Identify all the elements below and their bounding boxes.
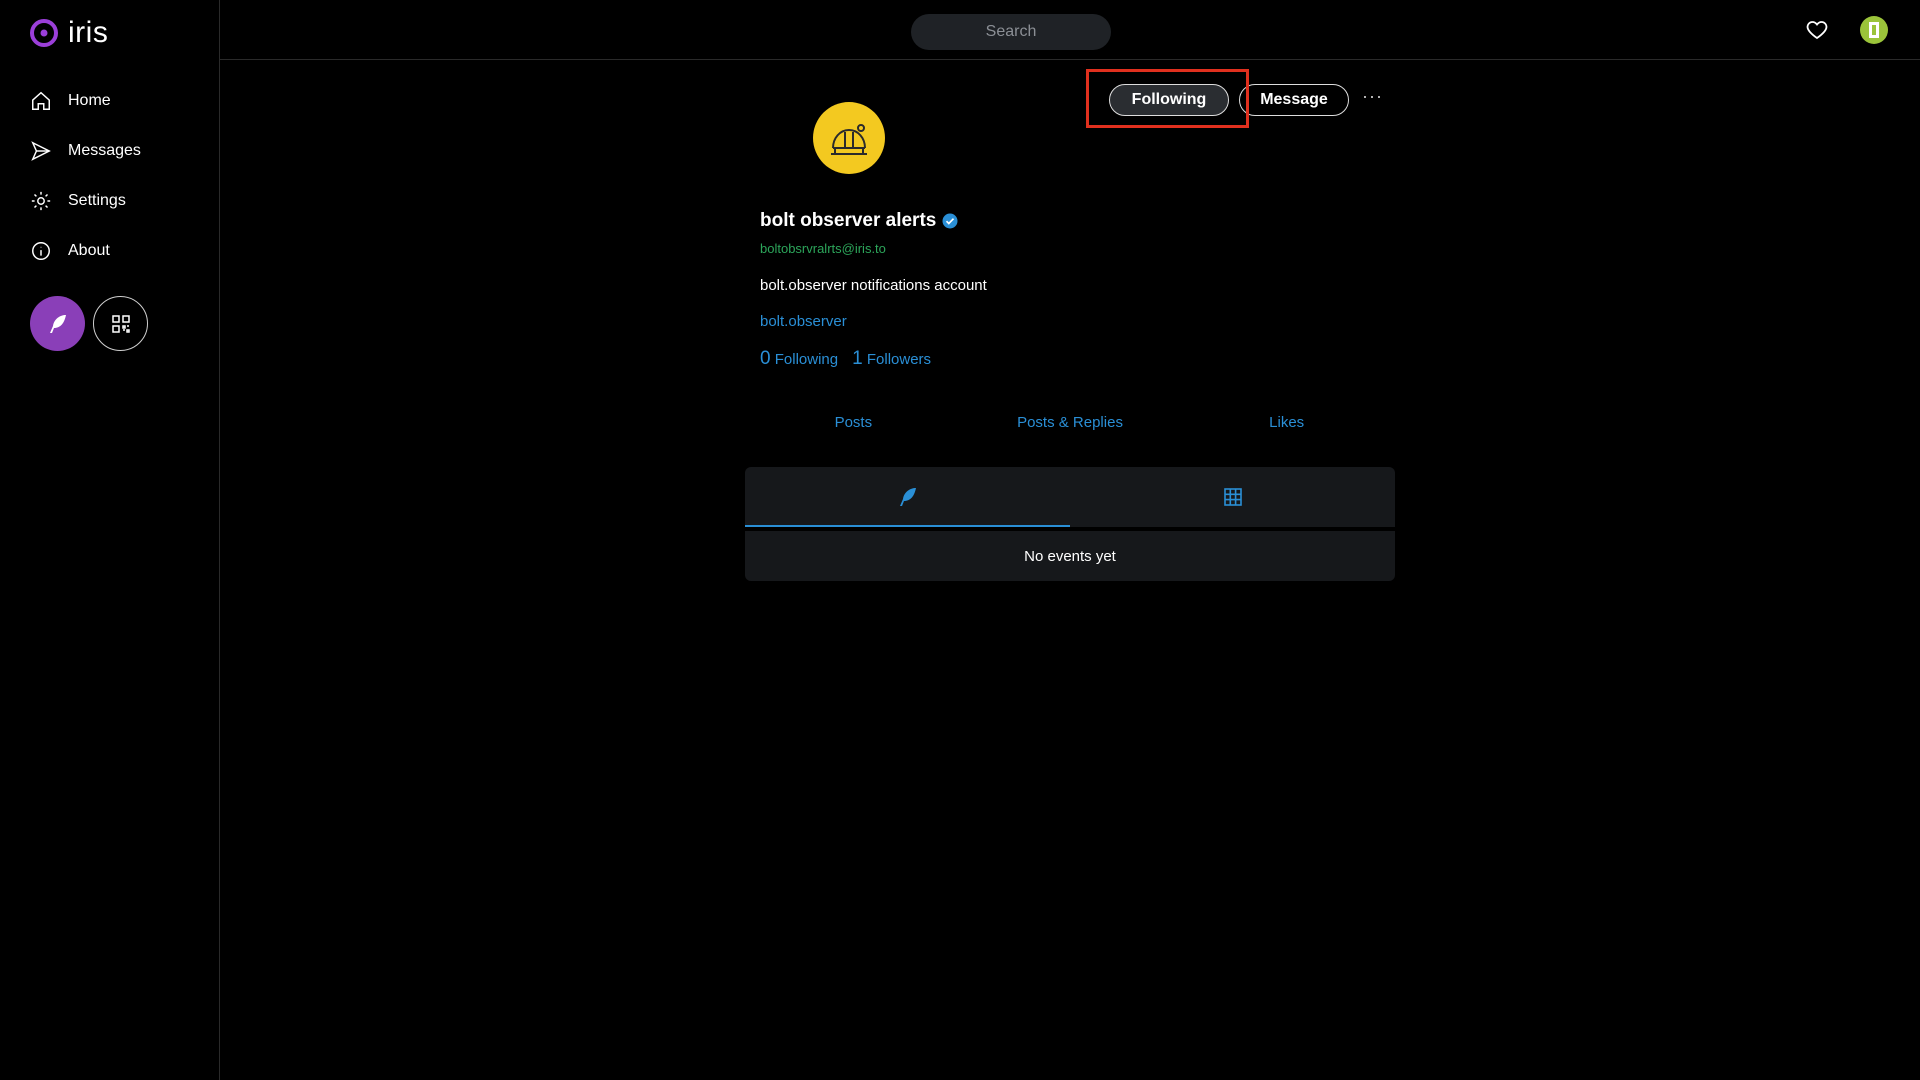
user-avatar[interactable] [1860,16,1888,44]
heart-icon[interactable] [1805,18,1829,42]
profile-name-row: bolt observer alerts [760,210,958,232]
logo-text: iris [68,16,109,49]
compose-button[interactable] [30,296,85,351]
followers-count: 1 [852,348,863,369]
following-count: 0 [760,348,771,369]
more-options-button[interactable]: ··· [1362,86,1383,107]
view-toggle [745,467,1395,527]
app-root: iris Home Messages Settings About Search… [0,0,1920,1080]
user-avatar-icon [1869,22,1879,38]
qr-code-button[interactable] [93,296,148,351]
sidebar-item-label: About [68,242,110,259]
feather-icon [899,488,916,506]
observatory-icon [831,124,867,155]
sidebar-item-label: Home [68,92,111,109]
profile-bio: bolt.observer notifications account [760,277,987,294]
sidebar-item-messages[interactable]: Messages [30,126,141,176]
profile-name: bolt observer alerts [760,210,937,231]
send-icon [31,141,51,161]
qr-code-icon [111,314,130,333]
followers-stat[interactable]: 1 Followers [852,348,931,370]
followers-label: Followers [866,351,932,368]
top-header [220,0,1920,60]
list-view-button[interactable] [745,467,1070,527]
following-button[interactable]: Following [1109,84,1229,116]
following-label: Following [774,351,839,368]
feather-icon [49,314,66,333]
following-stat[interactable]: 0 Following [760,348,838,370]
profile-website-link[interactable]: bolt.observer [760,313,847,330]
empty-feed-message: No events yet [745,531,1395,581]
sidebar-item-label: Messages [68,142,141,159]
sidebar-item-settings[interactable]: Settings [30,176,141,226]
feed: No events yet [745,467,1395,581]
home-icon [32,91,50,110]
profile-tabs: Posts Posts & Replies Likes [745,414,1395,431]
grid-view-button[interactable] [1070,467,1395,527]
tab-posts-replies[interactable]: Posts & Replies [962,414,1179,431]
verified-badge-icon [942,213,958,229]
nip05-identifier: boltobsrvralrts@iris.to [760,241,886,256]
grid-icon [1223,488,1242,506]
sidebar-item-label: Settings [68,192,126,209]
sidebar-item-about[interactable]: About [30,226,141,276]
profile-avatar [813,102,885,174]
sidebar: iris Home Messages Settings About [0,0,220,1080]
search-input[interactable] [911,14,1111,50]
gear-icon [31,191,51,211]
sidebar-nav: Home Messages Settings About [30,76,141,276]
info-icon [32,242,50,260]
sidebar-item-home[interactable]: Home [30,76,141,126]
tab-likes[interactable]: Likes [1178,414,1395,431]
iris-logo-icon [30,19,58,47]
profile-stats: 0 Following 1 Followers [760,348,931,370]
logo[interactable]: iris [28,16,108,50]
sidebar-actions [30,296,148,351]
tab-posts[interactable]: Posts [745,414,962,431]
message-button[interactable]: Message [1239,84,1349,116]
